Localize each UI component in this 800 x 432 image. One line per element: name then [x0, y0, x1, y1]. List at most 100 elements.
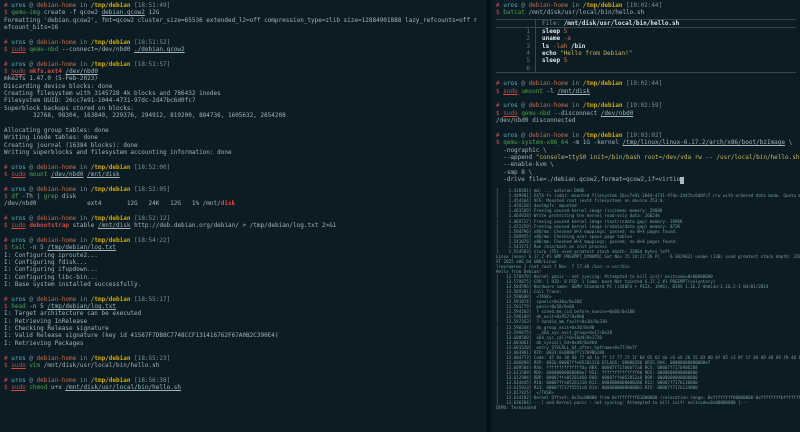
terminal-line	[4, 369, 486, 376]
terminal-line: # uros @ debian-home in /tmp/debian [18:…	[4, 377, 486, 384]
bat-line-code: sleep 5	[536, 57, 567, 64]
bat-line-code: uname -a	[536, 35, 571, 42]
bat-code-line: 4echo "Hello from Debian!"	[496, 50, 796, 57]
bat-code-line: 5sleep 5	[496, 57, 796, 64]
terminal-line: Allocating group tables: done	[4, 127, 486, 134]
terminal-window: # uros @ debian-home in /tmp/debian [18:…	[0, 0, 800, 432]
terminal-line: # uros @ debian-home in /tmp/debian [18:…	[4, 355, 486, 362]
terminal-line: # uros @ debian-home in /tmp/debian [18:…	[4, 215, 486, 222]
bat-code-line: 6	[496, 65, 796, 72]
terminal-line: I: Configuring libc-bin...	[4, 274, 486, 281]
terminal-line: -nographic \	[496, 147, 800, 154]
terminal-line: mke2fs 1.47.0 (5-Feb-2023)	[4, 75, 486, 82]
bat-file-label: File:	[542, 20, 564, 27]
bat-line-code: ls -lah /bin	[536, 43, 585, 50]
terminal-line: $ qemu-img create -f qcow2 debian.qcow2 …	[4, 9, 486, 16]
bat-file-preview: File: /mnt/disk/usr/local/bin/hello.sh 1…	[496, 19, 796, 73]
terminal-line: Formatting 'debian.qcow2', fmt=qcow2 clu…	[4, 17, 486, 24]
terminal-line	[496, 125, 800, 132]
terminal-line	[496, 95, 800, 102]
bat-line-number: 2	[496, 35, 536, 42]
terminal-line: # uros @ debian-home in /tmp/debian [19:…	[496, 132, 800, 139]
right-pane-mid-lines: # uros @ debian-home in /tmp/debian [19:…	[496, 73, 800, 183]
terminal-line: $ sudo debootstrap stable /mnt/disk http…	[4, 222, 486, 229]
terminal-line: Creating filesystem with 3145728 4k bloc…	[4, 90, 486, 97]
terminal-line: -drive file=./debian.qcow2,format=qcow2,…	[496, 176, 800, 183]
terminal-pane-left[interactable]: # uros @ debian-home in /tmp/debian [18:…	[0, 0, 486, 432]
terminal-line	[4, 31, 486, 38]
terminal-line: # uros @ debian-home in /tmp/debian [18:…	[4, 2, 486, 9]
bat-gutter	[496, 20, 536, 27]
terminal-line	[4, 53, 486, 60]
terminal-line: --append "console=ttyS0 init=/bin/bash r…	[496, 154, 800, 161]
terminal-line: $ sudo umount -l /mnt/disk	[496, 88, 800, 95]
right-pane-top-lines: # uros @ debian-home in /tmp/debian [19:…	[496, 2, 800, 17]
terminal-line: $ df -Th | grep disk	[4, 193, 486, 200]
bat-code-line: 1sleep 5	[496, 28, 796, 35]
bat-code-line: 2uname -a	[496, 35, 796, 42]
terminal-line: /dev/nbd0 ext4 12G 24K 12G 1% /mnt/disk	[4, 200, 486, 207]
terminal-line: Writing superblocks and filesystem accou…	[4, 149, 486, 156]
terminal-line	[4, 178, 486, 185]
terminal-line: $ sudo qemu-nbd --connect=/dev/nbd0 ./de…	[4, 46, 486, 53]
terminal-line: efcount_bits=16	[4, 24, 486, 31]
terminal-cursor	[680, 177, 684, 184]
terminal-line	[4, 230, 486, 237]
terminal-line: I: Target architecture can be executed	[4, 310, 486, 317]
terminal-line: 32768, 98304, 163840, 229376, 294912, 81…	[4, 112, 486, 119]
terminal-line: # uros @ debian-home in /tmp/debian [18:…	[4, 164, 486, 171]
terminal-line	[4, 288, 486, 295]
terminal-line: $ sudo vim /mnt/disk/usr/local/bin/hello…	[4, 362, 486, 369]
terminal-line: Superblock backups stored on blocks:	[4, 105, 486, 112]
bat-file-header: File: /mnt/disk/usr/local/bin/hello.sh	[496, 20, 796, 28]
terminal-line: $ qemu-system-x86_64 -m 1G -kernel /tmp/…	[496, 139, 800, 146]
terminal-line: $ sudo qemu-nbd --disconnect /dev/nbd0	[496, 110, 800, 117]
bat-code-line: 3ls -lah /bin	[496, 43, 796, 50]
terminal-line	[496, 73, 800, 80]
terminal-line: # uros @ debian-home in /tmp/debian [18:…	[4, 186, 486, 193]
terminal-line: I: Configuring fdisk...	[4, 259, 486, 266]
terminal-line: # uros @ debian-home in /tmp/debian [19:…	[496, 2, 800, 9]
bat-line-number: 1	[496, 28, 536, 35]
terminal-line: Discarding device blocks: done	[4, 83, 486, 90]
terminal-line: # uros @ debian-home in /tmp/debian [18:…	[4, 39, 486, 46]
terminal-line: $ head -n 5 /tmp/debian/log.txt	[4, 303, 486, 310]
terminal-line: $ sudo chmod u+x /mnt/disk/usr/local/bin…	[4, 384, 486, 391]
kernel-boot-log: [ 1.438281] md: ... autorun DONE.[ 1.449…	[496, 188, 800, 410]
terminal-line: I: Valid Release signature (key id 41587…	[4, 332, 486, 339]
terminal-line	[4, 120, 486, 127]
bat-line-code: echo "Hello from Debian!"	[536, 50, 632, 57]
terminal-line: I: Configuring ifupdown...	[4, 266, 486, 273]
terminal-line: Creating journal (16384 blocks): done	[4, 142, 486, 149]
terminal-line: I: Retrieving InRelease	[4, 318, 486, 325]
terminal-line: # uros @ debian-home in /tmp/debian [18:…	[4, 296, 486, 303]
terminal-line: $ sudo mkfs.ext4 /dev/nbd0	[4, 68, 486, 75]
terminal-line: I: Base system installed successfully.	[4, 281, 486, 288]
terminal-line: # uros @ debian-home in /tmp/debian [19:…	[496, 80, 800, 87]
terminal-line: $ sudo mount /dev/nbd0 /mnt/disk	[4, 171, 486, 178]
terminal-line: Filesystem UUID: 26cc7e91-1044-4731-97dc…	[4, 97, 486, 104]
bat-line-number: 3	[496, 43, 536, 50]
bat-file-path: /mnt/disk/usr/local/bin/hello.sh	[564, 20, 680, 27]
terminal-line: # uros @ debian-home in /tmp/debian [18:…	[4, 61, 486, 68]
bat-line-number: 5	[496, 57, 536, 64]
terminal-line: Writing inode tables: done	[4, 134, 486, 141]
terminal-pane-right[interactable]: # uros @ debian-home in /tmp/debian [19:…	[491, 0, 800, 432]
terminal-line: $ batcat /mnt/disk/usr/local/bin/hello.s…	[496, 9, 800, 16]
terminal-line	[4, 208, 486, 215]
terminal-line: I: Checking Release signature	[4, 325, 486, 332]
bat-file-header-text: File: /mnt/disk/usr/local/bin/hello.sh	[536, 20, 679, 27]
terminal-line	[4, 347, 486, 354]
terminal-line	[4, 156, 486, 163]
terminal-line: I: Configuring iproute2...	[4, 252, 486, 259]
bat-line-code	[536, 65, 546, 72]
terminal-line: -smp 8 \	[496, 169, 800, 176]
bat-line-number: 4	[496, 50, 536, 57]
terminal-line: --enable-kvm \	[496, 161, 800, 168]
terminal-line: # uros @ debian-home in /tmp/debian [18:…	[4, 237, 486, 244]
bat-line-number: 6	[496, 65, 536, 72]
terminal-line: I: Retrieving Packages	[4, 340, 486, 347]
terminal-line: $ tail -n 5 /tmp/debian/log.txt	[4, 244, 486, 251]
bat-code-lines: 1sleep 52uname -a3ls -lah /bin4echo "Hel…	[496, 28, 796, 72]
terminal-line: /dev/nbd0 disconnected	[496, 117, 800, 124]
